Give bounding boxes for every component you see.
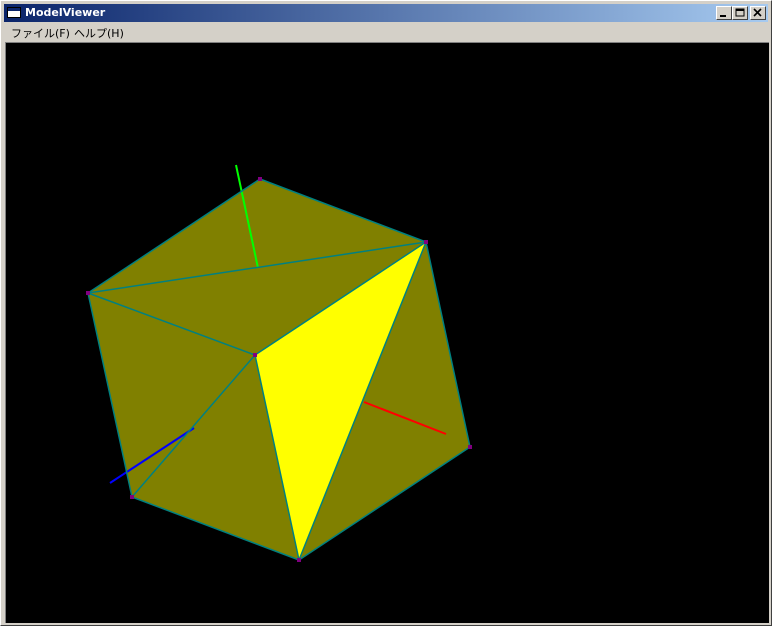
model-render <box>86 164 472 562</box>
vertex <box>424 240 428 244</box>
3d-viewport[interactable] <box>5 42 769 623</box>
maximize-button[interactable] <box>732 6 748 20</box>
vertex <box>297 558 301 562</box>
vertex <box>258 177 262 181</box>
window-title: ModelViewer <box>25 6 106 19</box>
title-bar[interactable]: ModelViewer <box>4 4 768 22</box>
vertex <box>86 291 90 295</box>
close-icon <box>753 8 762 17</box>
vertex <box>468 445 472 449</box>
menu-bar: ファイル(F) ヘルプ(H) <box>4 23 768 41</box>
minimize-button[interactable] <box>716 6 732 20</box>
vertex <box>253 353 257 357</box>
vertex <box>130 495 134 499</box>
close-button[interactable] <box>750 6 766 20</box>
maximize-icon <box>735 8 745 17</box>
app-window: ModelViewer ファイル(F) ヘルプ(H) <box>0 0 772 626</box>
menu-help[interactable]: ヘルプ(H) <box>74 25 124 41</box>
menu-file[interactable]: ファイル(F) <box>11 25 70 41</box>
minimize-icon <box>720 15 726 17</box>
app-window-icon[interactable] <box>7 7 21 18</box>
